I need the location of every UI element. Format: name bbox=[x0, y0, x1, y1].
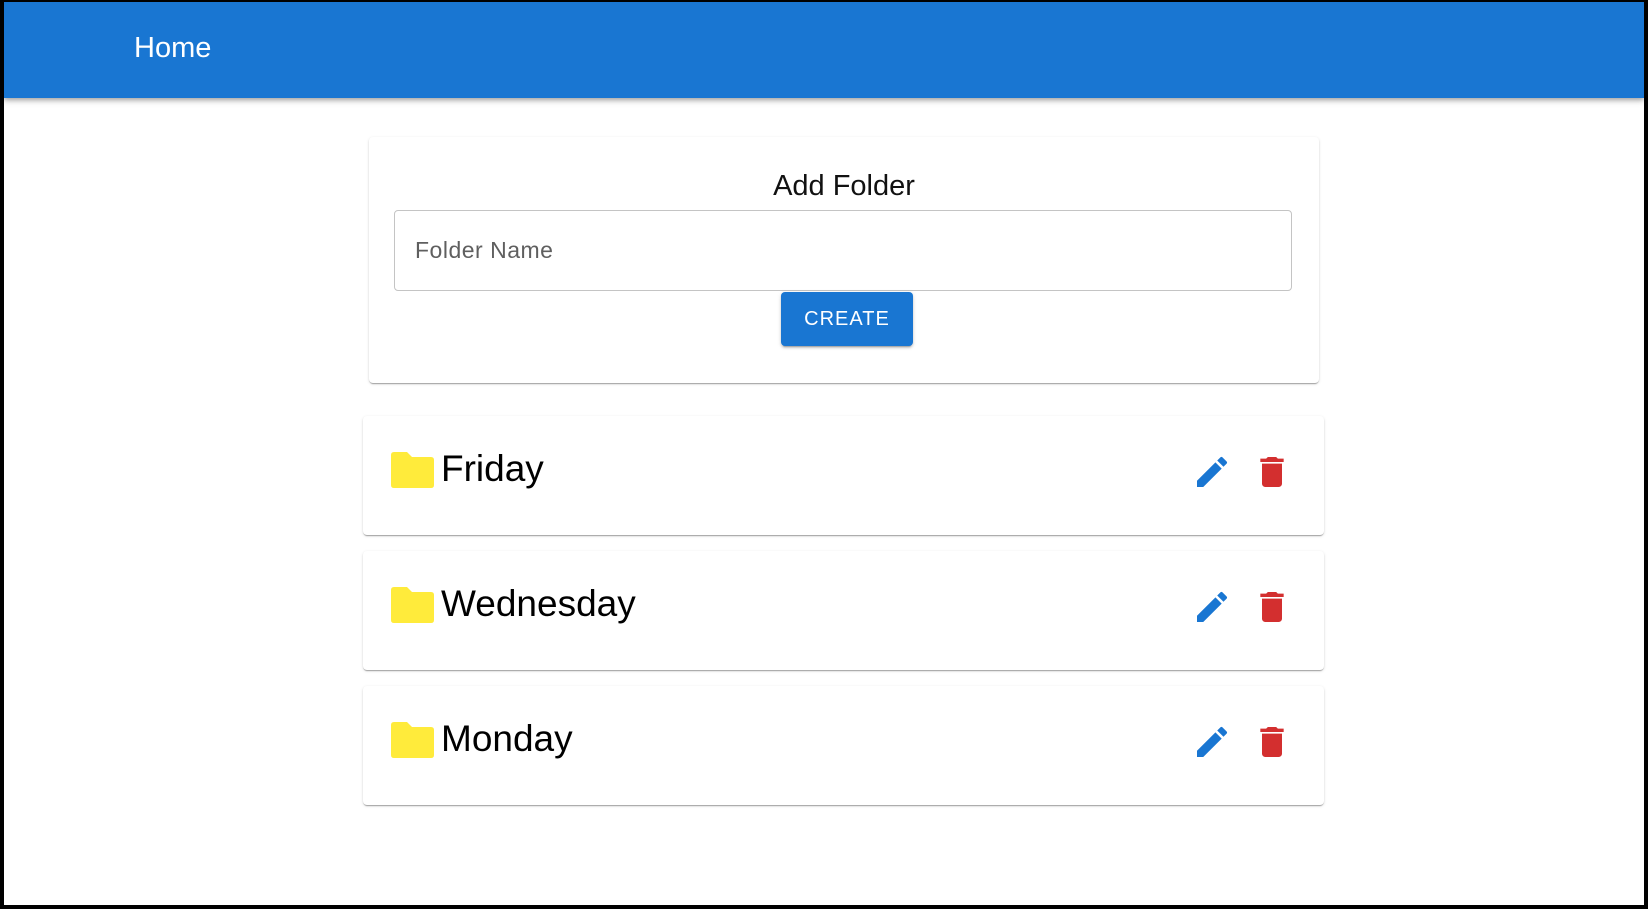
app-title: Home bbox=[134, 32, 212, 64]
edit-folder-button[interactable] bbox=[1192, 587, 1232, 627]
app-window: Home Add Folder CREATE Friday bbox=[0, 0, 1648, 909]
app-bar: Home bbox=[4, 2, 1644, 98]
pencil-icon bbox=[1197, 591, 1228, 622]
trash-icon bbox=[1260, 592, 1284, 622]
folder-list: Friday Wednesday Monday bbox=[363, 416, 1324, 821]
pencil-icon bbox=[1197, 456, 1228, 487]
folder-card-monday[interactable]: Monday bbox=[363, 686, 1324, 805]
add-folder-card: Add Folder CREATE bbox=[369, 137, 1319, 383]
edit-folder-button[interactable] bbox=[1192, 722, 1232, 762]
folder-icon bbox=[390, 721, 435, 759]
folder-card-wednesday[interactable]: Wednesday bbox=[363, 551, 1324, 670]
pencil-icon bbox=[1197, 726, 1228, 757]
trash-icon bbox=[1260, 727, 1284, 757]
create-button[interactable]: CREATE bbox=[781, 292, 913, 346]
folder-icon bbox=[390, 586, 435, 624]
folder-name-input[interactable] bbox=[394, 210, 1292, 291]
delete-folder-button[interactable] bbox=[1252, 722, 1292, 762]
edit-folder-button[interactable] bbox=[1192, 452, 1232, 492]
add-folder-title: Add Folder bbox=[773, 170, 915, 202]
folder-card-friday[interactable]: Friday bbox=[363, 416, 1324, 535]
folder-name: Wednesday bbox=[441, 583, 636, 624]
folder-icon bbox=[390, 451, 435, 489]
folder-name: Monday bbox=[441, 718, 573, 759]
delete-folder-button[interactable] bbox=[1252, 587, 1292, 627]
trash-icon bbox=[1260, 457, 1284, 487]
delete-folder-button[interactable] bbox=[1252, 452, 1292, 492]
folder-name: Friday bbox=[441, 448, 544, 489]
